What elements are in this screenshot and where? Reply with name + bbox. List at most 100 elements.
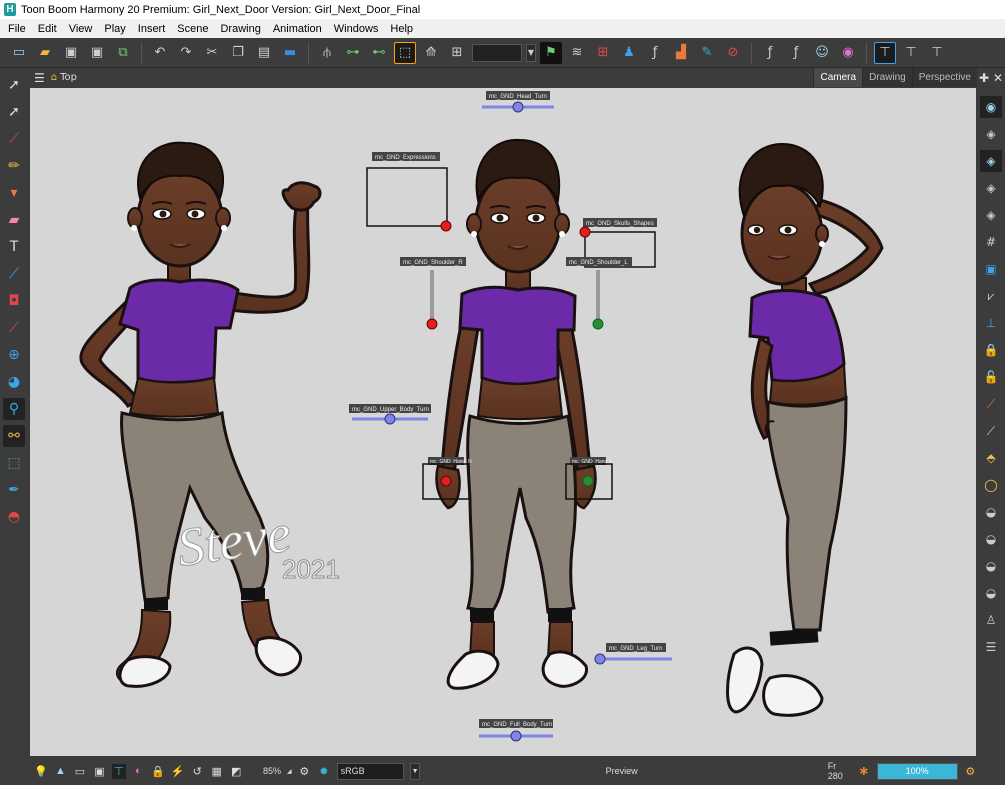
layer-stack-icon[interactable]: ☰ [980,636,1002,658]
stamp-icon[interactable]: ▾ [3,182,25,204]
eye-icon[interactable]: ◉ [980,96,1002,118]
close-icon[interactable]: ✕ [993,71,1003,85]
eraser-icon[interactable]: ▰ [3,209,25,231]
deformer-icon[interactable]: ⬚ [3,452,25,474]
lock-status-icon[interactable]: 🔒 [151,764,165,779]
layers-icon[interactable]: ≋ [566,42,588,64]
stack-icon[interactable]: ▲ [54,764,67,779]
leg-turn-handle[interactable] [594,653,606,665]
redo-icon[interactable]: ↷ [175,42,197,64]
face-preview-icon[interactable]: ☺ [811,42,833,64]
menu-insert[interactable]: Insert [132,23,172,35]
align-icon[interactable]: ⊥ [980,312,1002,334]
rigging-icon[interactable]: ⚯ [3,425,25,447]
full-body-turn-slider[interactable]: mc_GND_Full_Body_Turn [479,719,553,742]
underlay-icon[interactable]: ◈ [980,177,1002,199]
head-turn-slider-handle[interactable] [512,101,524,113]
function-icon[interactable]: ƒ [644,42,666,64]
side-view-icon[interactable]: ⊤ [926,42,948,64]
onion-icon[interactable]: ⬘ [980,447,1002,469]
shade-3-icon[interactable]: ◒ [980,555,1002,577]
shoulder-r-handle[interactable] [426,318,438,330]
menu-animation[interactable]: Animation [267,23,328,35]
zoom-dropdown-icon[interactable]: ◢ [287,768,292,775]
select-arrow-icon[interactable]: ➚ [3,74,25,96]
grid-snap-icon[interactable]: ⊞ [446,42,468,64]
shade-2-icon[interactable]: ◒ [980,528,1002,550]
asterisk-icon[interactable]: ✱ [857,764,870,779]
menu-view[interactable]: View [63,23,99,35]
constraint-icon[interactable]: ⊘ [722,42,744,64]
onion-skin-icon[interactable]: ⚑ [540,41,562,64]
chain-icon[interactable]: ⟋ [980,420,1002,442]
mask-icon[interactable]: ⩗ [980,285,1002,307]
bone-icon[interactable]: ⟋ [980,393,1002,415]
tab-camera[interactable]: Camera [813,68,863,87]
tab-drawing[interactable]: Drawing [862,68,912,87]
settings-gear-icon[interactable]: ⚙ [298,764,311,779]
paint-icon[interactable]: ◓ [3,506,25,528]
light-table-icon[interactable]: ◈ [980,123,1002,145]
head-turn-slider[interactable]: mc_GND_Head_Turn [482,91,554,113]
expression-icon[interactable]: ƒ [785,42,807,64]
zoom-level[interactable]: 85% [263,766,281,776]
skull-shapes-handle[interactable] [579,226,591,238]
text-icon[interactable]: T [3,236,25,258]
shade-4-icon[interactable]: ◒ [980,582,1002,604]
save-icon[interactable]: ▣ [60,42,82,64]
render-icon[interactable]: ◩ [230,764,243,779]
shade-1-icon[interactable]: ◒ [980,501,1002,523]
feather-icon[interactable]: ✒ [3,479,25,501]
cut-icon[interactable]: ✂ [201,42,223,64]
leg-turn-slider[interactable]: mc_GND_Leg_Turn [594,643,672,665]
upper-body-turn-slider[interactable]: mc_GND_Upper_Body_Turn [349,404,431,425]
pencil-icon[interactable]: ✏ [3,155,25,177]
line-icon[interactable]: ⟋ [3,263,25,285]
top-view-icon[interactable]: ⊤ [900,42,922,64]
lock-icon[interactable]: 🔒 [980,339,1002,361]
hand-r-handle[interactable] [440,475,452,487]
character-icon[interactable]: ♟ [618,42,640,64]
camera-view-icon[interactable]: ⊤ [874,41,896,64]
undo-icon[interactable]: ↶ [149,42,171,64]
insert-keyframe-icon[interactable]: ⊶ [342,42,364,64]
deformation-grid-icon[interactable]: ⊞ [592,42,614,64]
expressions-control[interactable]: mc_GND_Expressions [366,152,452,232]
flip-icon[interactable]: ⟰ [420,42,442,64]
puppet-icon[interactable]: ♙ [980,609,1002,631]
onion-skin-toggle-icon[interactable]: ◐ [132,764,145,779]
dropper-icon[interactable]: ⟋ [3,317,25,339]
bucket-icon[interactable]: ▟ [670,42,692,64]
peg-icon[interactable]: ⊷ [368,42,390,64]
breadcrumb[interactable]: ⌂ Top [51,72,77,83]
menu-help[interactable]: Help [384,23,419,35]
frame-icon[interactable]: ▭ [73,764,86,779]
menu-edit[interactable]: Edit [32,23,63,35]
overlay-icon[interactable]: ◈ [980,204,1002,226]
upper-body-turn-handle[interactable] [384,413,396,425]
menu-drawing[interactable]: Drawing [214,23,266,35]
render-settings-icon[interactable]: ⚙ [964,764,977,779]
add-view-icon[interactable]: ✚ [979,71,989,85]
drawing-substitution-field[interactable] [472,43,522,62]
camera-view-canvas[interactable]: Steve 2021 mc_GND_Head_Turn mc_GND_Expre… [30,88,976,756]
view-menu-icon[interactable]: ☰ [28,71,51,85]
paste-icon[interactable]: ▤ [253,42,275,64]
new-scene-icon[interactable]: ▭ [8,42,30,64]
safe-frame-icon[interactable]: ⊤ [112,763,126,779]
color-space-select[interactable]: sRGB [336,762,405,780]
transform-box-icon[interactable]: ⬚ [394,41,416,64]
save-version-icon[interactable]: ⧉ [112,42,134,64]
camera-mask-icon[interactable]: ▣ [93,764,106,779]
light-bulb-icon[interactable]: 💡 [34,764,48,779]
shoulder-r-control[interactable]: mc_GND_Shoulder_R [400,257,466,330]
color-wheel-icon[interactable]: ◉ [837,42,859,64]
hand-l-handle[interactable] [582,475,594,487]
brush-icon[interactable]: ⟋ [3,128,25,150]
chevron-down-icon[interactable]: ▼ [410,762,420,780]
pivot-tool-icon[interactable]: ⊕ [3,344,25,366]
menu-windows[interactable]: Windows [328,23,385,35]
open-folder-icon[interactable]: ▰ [34,42,56,64]
lightning-icon[interactable]: ⚡ [171,764,185,779]
current-layer-icon[interactable]: ◈ [980,150,1002,172]
